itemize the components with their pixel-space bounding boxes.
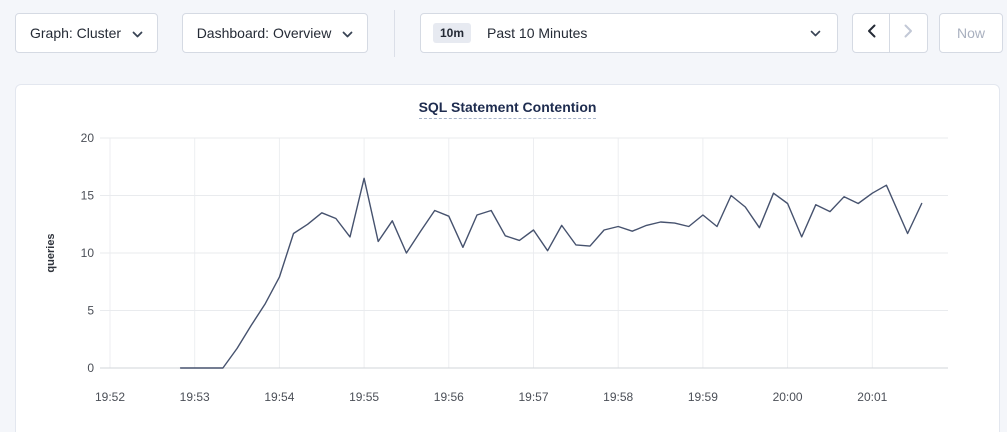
x-tick-label: 20:01 (857, 390, 887, 404)
y-tick-label: 0 (87, 361, 94, 375)
toolbar-divider (394, 10, 395, 57)
time-range-dropdown[interactable]: 10m Past 10 Minutes (420, 13, 838, 53)
x-tick-label: 19:55 (349, 390, 379, 404)
line-chart[interactable]: 19:52 19:53 19:54 19:55 19:56 19:57 19:58 19:59… (16, 85, 999, 425)
y-tick-label: 20 (81, 131, 95, 145)
x-tick-label: 20:00 (773, 390, 803, 404)
now-button[interactable]: Now (939, 13, 1003, 53)
chart-title-row: SQL Statement Contention (16, 99, 999, 121)
shift-back-button[interactable] (853, 14, 890, 52)
y-tick-label: 10 (81, 246, 95, 260)
chart-title[interactable]: SQL Statement Contention (419, 99, 597, 119)
time-range-label: Past 10 Minutes (487, 25, 810, 41)
series-line[interactable] (181, 178, 922, 368)
y-axis-label: queries (45, 233, 57, 272)
chart-panel: 19:52 19:53 19:54 19:55 19:56 19:57 19:58 19:59… (15, 84, 1000, 432)
chevron-left-icon (867, 24, 876, 43)
x-tick-label: 19:56 (434, 390, 464, 404)
x-tick-label: 19:59 (688, 390, 718, 404)
graph-dropdown[interactable]: Graph: Cluster (15, 13, 158, 53)
time-shift-button-group (852, 13, 928, 53)
chevron-down-icon (132, 25, 143, 41)
x-tick-label: 19:53 (180, 390, 210, 404)
y-tick-label: 5 (87, 304, 94, 318)
toolbar: Graph: Cluster Dashboard: Overview 10m P… (0, 0, 1007, 70)
chevron-down-icon (342, 25, 353, 41)
shift-forward-button[interactable] (890, 14, 927, 52)
dashboard-dropdown-label: Dashboard: Overview (197, 25, 332, 41)
chevron-right-icon (904, 24, 913, 43)
dashboard-dropdown[interactable]: Dashboard: Overview (182, 13, 368, 53)
x-tick-label: 19:52 (95, 390, 125, 404)
time-range-badge: 10m (433, 23, 471, 43)
chevron-down-icon (810, 24, 821, 42)
now-button-label: Now (957, 25, 985, 41)
x-tick-label: 19:58 (603, 390, 633, 404)
y-tick-label: 15 (81, 189, 95, 203)
x-tick-label: 19:54 (264, 390, 294, 404)
x-tick-label: 19:57 (518, 390, 548, 404)
graph-dropdown-label: Graph: Cluster (30, 25, 121, 41)
